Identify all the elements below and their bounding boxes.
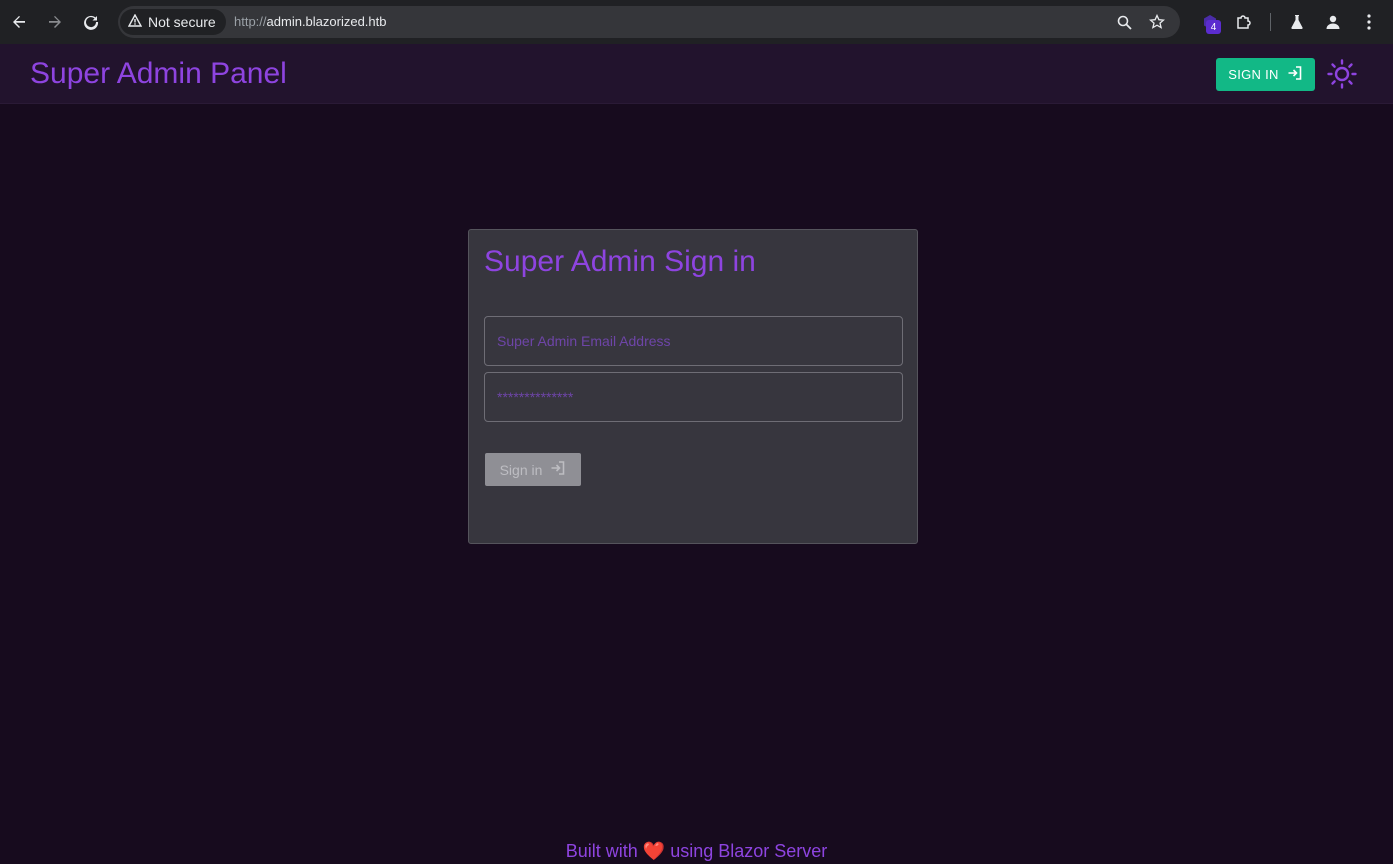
menu-kebab-icon[interactable] (1357, 10, 1381, 34)
sign-in-button[interactable]: Sign in (485, 453, 581, 486)
reload-icon[interactable] (79, 10, 103, 34)
bookmark-star-icon[interactable] (1147, 12, 1167, 32)
app-bar: Super Admin Panel SIGN IN (0, 44, 1393, 104)
browser-toolbar: Not secure http://admin.blazorized.htb 4 (0, 0, 1393, 44)
extension-badge: 4 (1206, 20, 1221, 34)
puzzle-extensions-icon[interactable] (1232, 10, 1256, 34)
warning-icon (127, 13, 143, 30)
security-indicator[interactable]: Not secure (120, 9, 226, 35)
app-title: Super Admin Panel (30, 57, 287, 90)
security-label: Not secure (148, 14, 216, 30)
back-arrow-icon[interactable] (7, 10, 31, 34)
header-sign-in-button[interactable]: SIGN IN (1216, 58, 1315, 91)
theme-toggle-sun-icon[interactable] (1326, 58, 1358, 90)
heart-icon: ❤️ (642, 841, 666, 861)
forward-arrow-icon[interactable] (43, 10, 67, 34)
email-field[interactable] (484, 316, 903, 366)
password-field[interactable] (484, 372, 903, 422)
login-icon (1287, 65, 1303, 84)
url-text[interactable]: http://admin.blazorized.htb (234, 14, 387, 29)
footer-suffix: using Blazor Server (670, 841, 828, 861)
sign-in-button-label: Sign in (499, 461, 543, 478)
labs-flask-icon[interactable] (1285, 10, 1309, 34)
sign-in-title: Super Admin Sign in (484, 245, 756, 278)
login-icon (550, 460, 566, 479)
toolbar-divider (1270, 13, 1271, 31)
profile-icon[interactable] (1321, 10, 1345, 34)
zoom-icon[interactable] (1114, 12, 1134, 32)
footer-credit: Built with ❤️ using Blazor Server (0, 841, 1393, 862)
sign-in-card: Super Admin Sign in Sign in (468, 229, 918, 544)
address-bar[interactable]: Not secure http://admin.blazorized.htb (118, 6, 1180, 38)
footer-prefix: Built with (565, 841, 638, 861)
header-sign-in-label: SIGN IN (1228, 67, 1279, 82)
